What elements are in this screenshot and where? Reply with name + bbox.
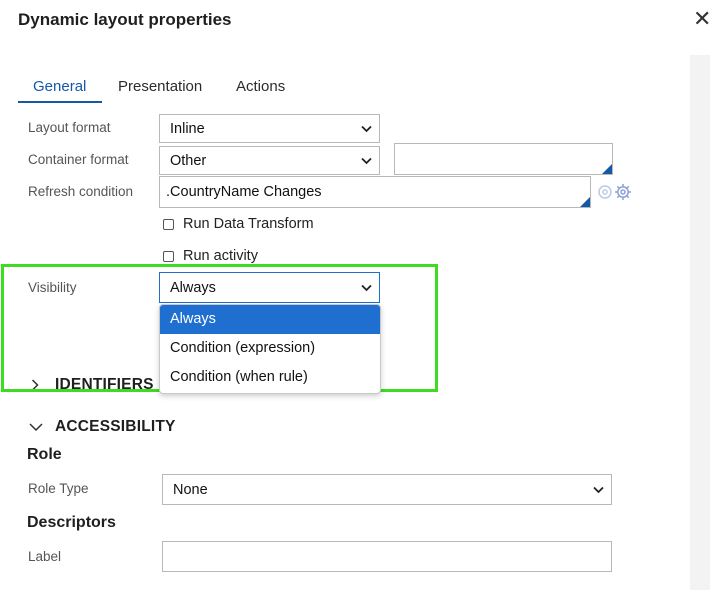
run-activity-checkbox[interactable] [163, 251, 174, 262]
container-format-label: Container format [28, 152, 129, 167]
visibility-select[interactable]: Always [159, 272, 380, 303]
run-data-transform-checkbox[interactable] [163, 219, 174, 230]
close-icon[interactable]: ✕ [693, 6, 710, 32]
run-data-transform-label: Run Data Transform [183, 216, 314, 232]
visibility-option-expression[interactable]: Condition (expression) [160, 334, 380, 363]
visibility-option-when-rule[interactable]: Condition (when rule) [160, 363, 380, 392]
chevron-down-icon [361, 125, 372, 132]
chevron-down-icon [593, 486, 604, 493]
container-format-value: Other [170, 152, 207, 169]
scroll-track [690, 55, 710, 590]
chevron-down-icon [361, 157, 372, 164]
active-tab-indicator [18, 101, 102, 103]
visibility-option-always[interactable]: Always [160, 305, 380, 334]
chevron-down-icon[interactable] [29, 423, 43, 431]
chevron-down-icon [361, 284, 372, 291]
layout-format-label: Layout format [28, 120, 111, 135]
refresh-condition-input[interactable]: .CountryName Changes [159, 176, 591, 208]
role-type-value: None [173, 481, 208, 498]
visibility-label: Visibility [28, 280, 77, 295]
refresh-condition-value: .CountryName Changes [166, 184, 322, 200]
container-format-select[interactable]: Other [159, 146, 380, 175]
tab-presentation[interactable]: Presentation [118, 78, 202, 95]
role-heading: Role [27, 446, 62, 463]
tab-actions[interactable]: Actions [236, 78, 285, 95]
accessibility-section-header[interactable]: ACCESSIBILITY [55, 418, 176, 436]
autocomplete-corner-icon [602, 164, 612, 174]
layout-format-select[interactable]: Inline [159, 114, 380, 143]
tab-general[interactable]: General [33, 78, 86, 95]
visibility-value: Always [170, 279, 216, 296]
autocomplete-corner-icon [580, 197, 590, 207]
container-format-class-input[interactable] [394, 143, 613, 175]
layout-format-value: Inline [170, 120, 205, 137]
role-type-select[interactable]: None [162, 474, 612, 505]
label-field-label: Label [28, 549, 62, 564]
dialog-title: Dynamic layout properties [18, 10, 232, 29]
visibility-dropdown-list: Always Condition (expression) Condition … [159, 304, 381, 394]
label-input[interactable] [162, 541, 612, 572]
gear-icon[interactable] [595, 181, 637, 205]
descriptors-heading: Descriptors [27, 514, 116, 531]
run-activity-label: Run activity [183, 248, 258, 264]
refresh-condition-label: Refresh condition [28, 184, 134, 199]
role-type-label: Role Type [28, 481, 89, 496]
